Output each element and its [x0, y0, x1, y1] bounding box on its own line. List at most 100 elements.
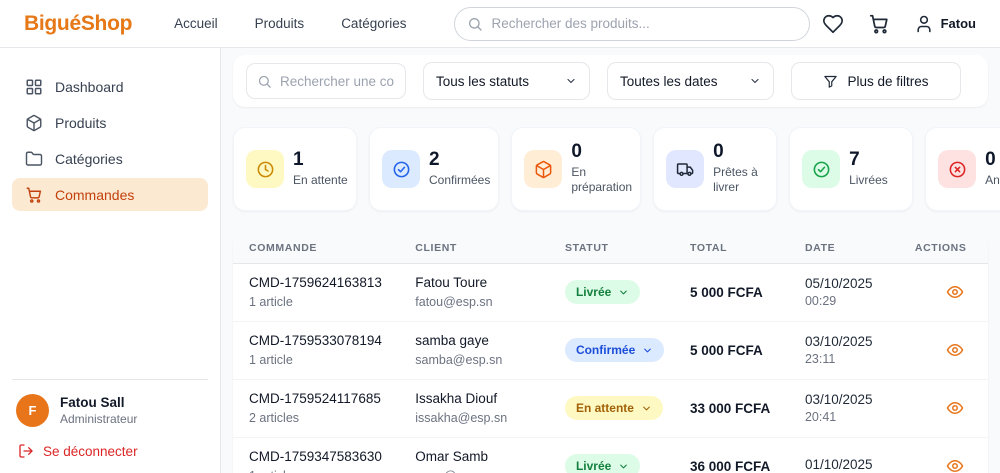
client-email: fatou@esp.sn [415, 294, 493, 309]
order-total: 33 000 FCFA [690, 400, 771, 416]
logout-button[interactable]: Se déconnecter [16, 443, 204, 459]
stat-label: Livrées [849, 172, 888, 187]
order-time: 20:41 [804, 409, 837, 424]
stat-label: Prêtes à livrer [713, 164, 758, 195]
stat-text: 0 Annulées [985, 149, 1000, 188]
heart-icon[interactable] [822, 13, 844, 35]
chevron-down-icon [749, 75, 761, 87]
topnav-link-accueil[interactable]: Accueil [174, 16, 218, 31]
date-cell: 01/10/2025 [805, 457, 915, 473]
client-name: Omar Samb [415, 448, 489, 464]
status-badge-label: Livrée [575, 285, 612, 300]
chevron-down-icon [565, 75, 577, 87]
status-cell: En attente [564, 396, 690, 421]
order-items-count: 1 article [249, 469, 415, 473]
actions-cell [915, 341, 972, 359]
client-cell: samba gaye samba@esp.sn [415, 333, 565, 368]
sidebar: Dashboard Produits Catégories Commandes F F… [0, 48, 221, 473]
more-filters-button[interactable]: Plus de filtres [791, 62, 961, 100]
order-time: 00:29 [804, 293, 837, 308]
chevron-down-icon [618, 287, 629, 298]
view-order-button[interactable] [946, 457, 964, 473]
stat-icon-tile [938, 150, 977, 188]
order-search [246, 63, 406, 99]
profile-block: F Fatou Sall Administrateur [16, 394, 204, 427]
order-total: 36 000 FCFA [690, 458, 771, 473]
stat-card: 0 En préparation [511, 127, 642, 211]
topnav-link-categories[interactable]: Catégories [341, 16, 406, 31]
orders-table: Commande Client Statut Total Date Actions CMD… [233, 233, 988, 473]
status-stat-cards: 1 En attente 2 Confirmées 0 En préparation 0 Pr… [233, 127, 1000, 211]
date-filter-select[interactable]: Toutes les dates [607, 62, 774, 100]
client-cell: Omar Samb omar@esp.sn [415, 449, 565, 473]
status-filter-select[interactable]: Tous les statuts [423, 62, 590, 100]
chevron-down-icon [641, 403, 652, 414]
view-order-button[interactable] [946, 283, 964, 301]
topbar-actions: Fatou [822, 13, 976, 35]
app-window: BiguéShop Accueil Produits Catégories Fato… [0, 0, 1000, 473]
chevron-down-icon [642, 345, 653, 356]
stat-icon-tile [524, 150, 563, 188]
order-search-input[interactable] [280, 73, 395, 89]
status-badge-label: Confirmée [575, 343, 636, 358]
client-email: issakha@esp.sn [415, 410, 508, 425]
client-name: Issakha Diouf [415, 390, 498, 406]
brand-logo[interactable]: BiguéShop [24, 12, 132, 36]
status-badge-select[interactable]: Livrée [564, 454, 641, 473]
column-header: Actions [914, 242, 967, 254]
profile-name: Fatou Sall [60, 395, 125, 410]
stat-label: En préparation [571, 164, 633, 195]
order-time: 23:11 [804, 351, 836, 366]
search-icon [257, 74, 272, 89]
sidebar-item-label: Catégories [55, 150, 123, 167]
table-row: CMD-1759347583630 1 article Omar Samb omar@… [233, 438, 988, 473]
status-badge-select[interactable]: En attente [564, 396, 663, 421]
status-cell: Livrée [564, 280, 690, 305]
package-icon [534, 160, 553, 179]
logout-icon [18, 443, 34, 459]
sidebar-item-produits[interactable]: Produits [12, 106, 208, 139]
client-cell: Fatou Toure fatou@esp.sn [415, 275, 565, 310]
stat-text: 0 En préparation [571, 141, 633, 196]
column-header: Client [415, 242, 457, 254]
filters-bar: Tous les statuts Toutes les dates Plus d… [233, 55, 988, 107]
status-badge-select[interactable]: Confirmée [564, 338, 665, 363]
order-date: 05/10/2025 [804, 275, 873, 291]
cart-icon[interactable] [868, 13, 890, 35]
sidebar-item-dashboard[interactable]: Dashboard [12, 70, 208, 103]
order-items-count: 1 article [249, 352, 293, 367]
view-order-button[interactable] [946, 399, 964, 417]
order-id: CMD-1759624163813 [249, 275, 382, 290]
order-id-cell: CMD-1759347583630 1 article [249, 449, 415, 473]
date-cell: 03/10/2025 23:11 [805, 334, 915, 367]
user-menu[interactable]: Fatou [914, 14, 976, 34]
stat-label: Annulées [985, 172, 1000, 187]
funnel-icon [823, 74, 838, 89]
column-header: Date [804, 242, 836, 254]
more-filters-label: Plus de filtres [847, 73, 929, 89]
order-items-count: 1 article [249, 294, 293, 309]
table-body: CMD-1759624163813 1 article Fatou Toure fat… [233, 264, 988, 473]
topnav-link-produits[interactable]: Produits [255, 16, 305, 31]
stat-card: 7 Livrées [789, 127, 914, 211]
chevron-down-icon [618, 461, 629, 472]
stat-card: 2 Confirmées [369, 127, 500, 211]
sidebar-item-categories[interactable]: Catégories [12, 142, 208, 175]
product-search-input[interactable] [491, 16, 798, 31]
x-circle-icon [948, 160, 967, 179]
view-order-button[interactable] [946, 341, 964, 359]
order-date: 03/10/2025 [804, 391, 873, 407]
stat-icon-tile [666, 150, 705, 188]
cart-icon [25, 186, 43, 204]
status-badge-select[interactable]: Livrée [564, 280, 641, 305]
order-id: CMD-1759347583630 [249, 448, 382, 464]
package-icon [25, 114, 43, 132]
stat-icon-tile [802, 150, 841, 188]
client-email: samba@esp.sn [415, 352, 503, 367]
product-search [454, 6, 811, 41]
stat-card: 0 Prêtes à livrer [653, 127, 778, 211]
sidebar-item-label: Dashboard [55, 78, 124, 95]
actions-cell [915, 283, 972, 301]
sidebar-item-commandes[interactable]: Commandes [12, 178, 208, 211]
actions-cell [915, 399, 972, 417]
